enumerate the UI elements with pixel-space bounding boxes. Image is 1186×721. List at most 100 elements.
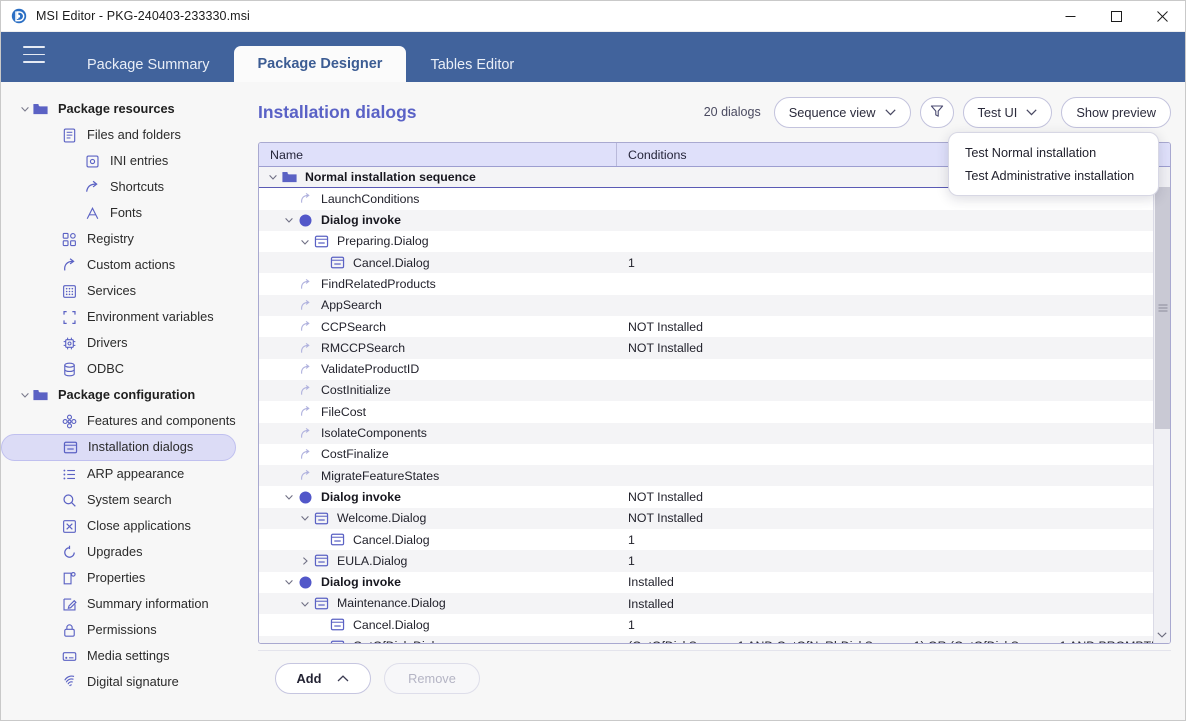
chevron-down-icon[interactable] [281,489,297,505]
sequence-view-select[interactable]: Sequence view [773,96,911,128]
action-icon [297,340,314,357]
row-name-label: Cancel.Dialog [353,617,430,632]
signature-icon [60,673,78,691]
sidebar-item-permissions[interactable]: Permissions [1,617,248,643]
table-row[interactable]: OutOfDisk.Dialog (OutOfDiskSpace = 1 AND … [259,635,1170,643]
sidebar-item-installation-dialogs[interactable]: Installation dialogs [1,434,236,461]
vertical-scroll-thumb[interactable] [1155,187,1170,429]
scroll-down-arrow-icon[interactable] [1154,626,1170,643]
tab-tables-editor[interactable]: Tables Editor [406,48,538,82]
chevron-down-icon[interactable] [19,103,31,115]
table-row[interactable]: EULA.Dialog 1 [259,550,1170,572]
sidebar-item-odbc[interactable]: ODBC [1,356,248,382]
sidebar-item-features-and-components[interactable]: Features and components [1,408,248,434]
sidebar-item-system-search[interactable]: System search [1,487,248,513]
sidebar-item-services[interactable]: Services [1,278,248,304]
table-row[interactable]: CostInitialize [259,379,1170,402]
close-button[interactable] [1139,1,1185,32]
chevron-down-icon[interactable] [297,234,313,250]
sidebar-item-custom-actions[interactable]: Custom actions [1,252,248,278]
chevron-down-icon[interactable] [297,510,313,526]
action-icon [297,446,314,463]
sidebar-item-registry[interactable]: Registry [1,226,248,252]
table-row[interactable]: Cancel.Dialog 1 [259,529,1170,550]
menu-item-test-administrative-installation[interactable]: Test Administrative installation [949,164,1158,187]
cell-name: Normal installation sequence [259,169,617,186]
folder-icon [281,169,298,186]
sidebar-item-label: Fonts [110,204,143,220]
table-row[interactable]: CCPSearch NOT Installed [259,316,1170,337]
column-header-name[interactable]: Name [259,143,617,166]
table-row[interactable]: ValidateProductID [259,359,1170,380]
sidebar-item-package-configuration[interactable]: Package configuration [1,382,248,408]
table-row[interactable]: FindRelatedProducts [259,273,1170,294]
test-ui-button[interactable]: Test UI [962,96,1053,128]
sidebar-item-summary-information[interactable]: Summary information [1,591,248,617]
table-row[interactable]: Dialog invoke NOT Installed [259,486,1170,507]
sidebar-item-digital-signature[interactable]: Digital signature [1,669,248,695]
sidebar-item-close-applications[interactable]: Close applications [1,513,248,539]
ini-icon [83,152,101,170]
sidebar-item-arp-appearance[interactable]: ARP appearance [1,461,248,487]
vertical-scrollbar[interactable] [1153,167,1170,643]
table-row[interactable]: RMCCPSearch NOT Installed [259,337,1170,359]
action-icon [297,361,314,378]
database-icon [60,360,78,378]
top-navigation-bar: Package Summary Package Designer Tables … [1,32,1185,82]
table-row[interactable]: Welcome.Dialog NOT Installed [259,507,1170,530]
tab-package-summary[interactable]: Package Summary [63,48,234,82]
table-row[interactable]: MigrateFeatureStates [259,465,1170,487]
table-row[interactable]: FileCost [259,401,1170,422]
sidebar-item-upgrades[interactable]: Upgrades [1,539,248,565]
sidebar-item-shortcuts[interactable]: Shortcuts [1,174,248,200]
add-button[interactable]: Add [275,663,371,694]
row-name-label: RMCCPSearch [321,340,406,355]
maximize-button[interactable] [1093,1,1139,32]
chevron-down-icon[interactable] [281,212,297,228]
table-row[interactable]: AppSearch [259,294,1170,317]
minimize-button[interactable] [1047,1,1093,32]
table-row[interactable]: Cancel.Dialog 1 [259,614,1170,635]
filter-button[interactable] [919,96,954,128]
action-icon [297,318,314,335]
table-action-bar: Add Remove [258,650,1171,706]
table-row[interactable]: Dialog invoke [259,209,1170,231]
sidebar-item-media-settings[interactable]: Media settings [1,643,248,669]
sidebar-item-ini-entries[interactable]: INI entries [1,148,248,174]
remove-button[interactable]: Remove [384,663,480,694]
row-name-label: Maintenance.Dialog [337,596,446,611]
dialog-icon [329,531,346,548]
sidebar-item-files-and-folders[interactable]: Files and folders [1,122,248,148]
chevron-down-icon[interactable] [281,574,297,590]
sidebar-item-fonts[interactable]: Fonts [1,200,248,226]
table-row[interactable]: IsolateComponents [259,422,1170,444]
cell-name: Maintenance.Dialog [259,595,617,612]
tab-package-designer[interactable]: Package Designer [233,46,407,82]
table-row[interactable]: Maintenance.Dialog Installed [259,592,1170,615]
table-row[interactable]: CostFinalize [259,444,1170,465]
list-icon [60,465,78,483]
chevron-down-icon[interactable] [19,389,31,401]
chevron-down-icon[interactable] [265,169,281,185]
sidebar-item-drivers[interactable]: Drivers [1,330,248,356]
dialog-icon [313,510,330,527]
table-row[interactable]: Dialog invoke Installed [259,572,1170,593]
hamburger-menu-icon[interactable] [23,46,45,63]
dialog-icon [313,595,330,612]
chevron-down-icon[interactable] [297,596,313,612]
menu-item-test-normal-installation[interactable]: Test Normal installation [949,141,1158,164]
show-preview-button[interactable]: Show preview [1061,96,1171,128]
sidebar-item-package-resources[interactable]: Package resources [1,96,248,122]
sidebar-item-environment-variables[interactable]: Environment variables [1,304,248,330]
table-row[interactable]: Cancel.Dialog 1 [259,252,1170,274]
cell-name: ValidateProductID [259,361,617,378]
chevron-right-icon[interactable] [297,553,313,569]
table-row[interactable]: Preparing.Dialog [259,231,1170,252]
sidebar-item-properties[interactable]: Properties [1,565,248,591]
